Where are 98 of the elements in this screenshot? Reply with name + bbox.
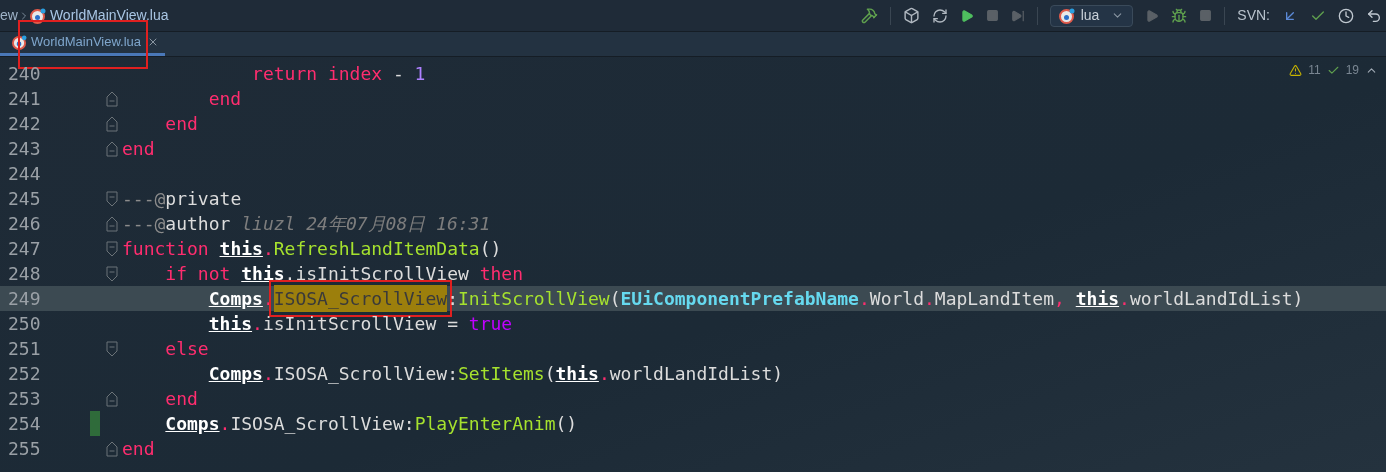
code-token: ( (544, 362, 556, 386)
code-token: EUiComponentPrefabName (620, 287, 859, 311)
code-token: then (479, 262, 523, 286)
code-token: Comps (207, 287, 263, 311)
fold-marker-icon (106, 215, 118, 232)
code-token: end (164, 112, 198, 136)
fold-marker-icon (106, 265, 118, 282)
typo-count[interactable]: 19 (1345, 61, 1359, 79)
cube-icon[interactable] (902, 7, 920, 24)
build-hammer-icon[interactable] (860, 7, 878, 24)
code-token: . (924, 287, 935, 311)
code-token: ( (609, 287, 621, 311)
line-number: 250 (7, 312, 42, 336)
fold-marker-icon (106, 440, 118, 457)
line-number: 243 (7, 137, 42, 161)
code-token: worldLandIdList) (609, 362, 784, 386)
line-number: 244 (7, 162, 42, 186)
tab-label: WorldMainView.lua (31, 33, 142, 52)
code-token: true (468, 312, 513, 336)
fold-marker-icon (106, 240, 118, 257)
lua-file-icon (29, 7, 46, 24)
bug-icon[interactable] (1171, 7, 1188, 24)
line-number: 241 (7, 87, 42, 111)
code-token: - (391, 62, 405, 86)
run-icon[interactable] (959, 8, 974, 23)
code-token: Comps (164, 412, 220, 436)
change-marker (90, 411, 100, 436)
code-token: else (164, 337, 209, 361)
code-token: worldLandIdList) (1129, 287, 1304, 311)
revert-icon[interactable] (1366, 7, 1382, 24)
code-token: , (1054, 287, 1066, 311)
code-token: 1 (414, 62, 426, 86)
line-number: 251 (7, 337, 42, 361)
code-token: ISOSA_ScrollView: (273, 362, 458, 386)
line-number: 242 (7, 112, 42, 136)
code-token: author (165, 212, 232, 236)
code-token: () (479, 237, 502, 261)
fold-marker-icon (106, 340, 118, 357)
code-token: .isInitScrollView (284, 262, 470, 286)
code-token: this (555, 362, 599, 386)
code-token: ---@ (122, 187, 166, 211)
line-number: 240 (7, 62, 42, 86)
run-configuration-dropdown[interactable]: lua (1049, 4, 1134, 27)
fold-marker-icon (106, 390, 118, 407)
code-token: MapLandItem (934, 287, 1055, 311)
code-token: isInitScrollView = (262, 312, 459, 336)
code-token: liuzl 24年07月08日 16:31 (241, 212, 491, 236)
code-token: private (165, 187, 242, 211)
line-number: 252 (7, 362, 42, 386)
code-token: World (869, 287, 924, 311)
line-number: 248 (7, 262, 42, 286)
line-number: 255 (7, 437, 42, 461)
code-token: : (447, 287, 458, 311)
code-token: function (122, 237, 210, 261)
code-token: return index (251, 62, 383, 86)
fold-marker-icon (106, 90, 118, 107)
editor-tab[interactable]: WorldMainView.lua (0, 31, 166, 56)
line-number: 247 (7, 237, 42, 261)
lua-file-icon (12, 34, 27, 50)
svn-label: SVN: (1237, 6, 1270, 25)
line-number: 253 (7, 387, 42, 411)
code-token: SetItems (457, 362, 545, 386)
code-token: . (262, 362, 274, 386)
code-token: ISOSA_ScrollView: (230, 412, 415, 436)
code-token: . (219, 412, 231, 436)
breadcrumb-item[interactable]: WorldMainView.lua (49, 5, 169, 26)
code-token: end (207, 87, 242, 111)
code-token: . (252, 312, 263, 336)
warning-icon[interactable] (1289, 63, 1303, 77)
code-token: . (858, 287, 870, 311)
code-token: this (241, 262, 285, 286)
code-token: end (164, 387, 198, 411)
code-token: . (1119, 287, 1130, 311)
code-token: ---@ (122, 212, 166, 236)
fold-marker-icon (106, 190, 118, 207)
code-token: if not (164, 262, 232, 286)
refresh-icon[interactable] (931, 7, 948, 24)
code-token: . (598, 362, 610, 386)
code-token: end (122, 437, 155, 461)
code-token: () (555, 412, 578, 436)
line-number: 245 (7, 187, 42, 211)
code-token: this (207, 312, 253, 336)
history-clock-icon[interactable] (1338, 7, 1354, 24)
code-token: this (219, 237, 263, 261)
fold-marker-icon (106, 140, 118, 157)
code-token: end (122, 137, 155, 161)
lua-file-icon (1058, 7, 1075, 24)
breadcrumb-item[interactable]: ew (0, 5, 18, 26)
code-token: PlayEnterAnim (414, 412, 556, 436)
line-number: 254 (7, 412, 42, 436)
fold-marker-icon (106, 115, 118, 132)
code-token: this (1075, 287, 1120, 311)
warning-count[interactable]: 11 (1308, 61, 1321, 79)
code-token: Comps (207, 362, 263, 386)
code-token: .RefreshLandItemData (262, 237, 480, 261)
code-token: InitScrollView (457, 287, 610, 311)
line-number: 246 (7, 212, 42, 236)
line-number: 249 (7, 287, 42, 311)
